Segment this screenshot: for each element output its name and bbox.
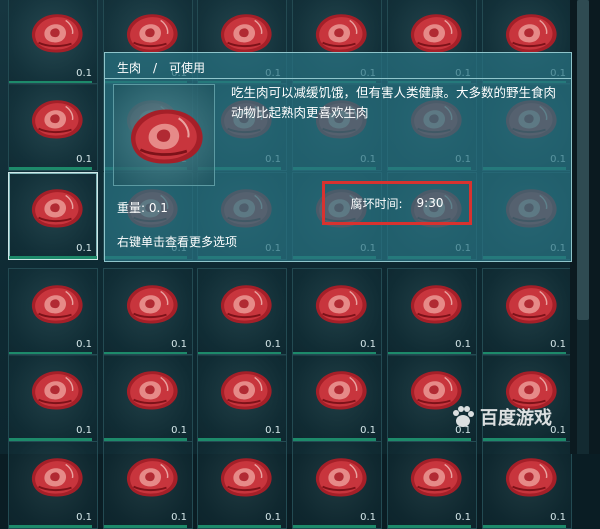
inventory-slot[interactable]: 0.1: [387, 268, 477, 356]
raw-meat-icon: [501, 281, 559, 327]
inventory-slot[interactable]: 0.1: [103, 354, 193, 442]
durability-bar: [104, 525, 187, 528]
tooltip-weight: 重量: 0.1: [117, 201, 168, 215]
inventory-slot[interactable]: 0.1: [8, 0, 98, 85]
raw-meat-icon: [406, 281, 464, 327]
inventory-slot[interactable]: 0.1: [197, 268, 287, 356]
raw-meat-icon: [216, 10, 274, 56]
durability-bar: [9, 256, 97, 259]
durability-bar: [198, 525, 281, 528]
slot-quantity: 0.1: [455, 512, 471, 523]
spoil-time-label: 腐坏时间:: [350, 196, 403, 211]
tooltip-item-image: [113, 84, 215, 186]
durability-bar: [483, 525, 566, 528]
raw-meat-icon: [122, 10, 180, 56]
inventory-scrollbar[interactable]: [570, 0, 600, 454]
inventory-slot[interactable]: 0.1: [292, 354, 382, 442]
raw-meat-icon: [124, 103, 206, 169]
inventory-slot[interactable]: 0.1: [8, 441, 98, 529]
slot-quantity: 0.1: [76, 425, 92, 436]
inventory-slot[interactable]: 0.1: [292, 441, 382, 529]
slot-quantity: 0.1: [360, 425, 376, 436]
inventory-slot[interactable]: 0.1: [197, 441, 287, 529]
raw-meat-icon: [501, 454, 559, 500]
spoil-time-value: 9:30: [416, 196, 444, 210]
raw-meat-icon: [216, 367, 274, 413]
slot-quantity: 0.1: [265, 339, 281, 350]
durability-bar: [388, 525, 471, 528]
raw-meat-icon: [122, 367, 180, 413]
raw-meat-icon: [216, 454, 274, 500]
raw-meat-icon: [27, 96, 85, 142]
slot-quantity: 0.1: [550, 512, 566, 523]
raw-meat-icon: [406, 454, 464, 500]
slot-quantity: 0.1: [455, 339, 471, 350]
inventory-slot[interactable]: 0.1: [482, 441, 572, 529]
inventory-slot[interactable]: 0.1: [103, 268, 193, 356]
raw-meat-icon: [501, 10, 559, 56]
tooltip-description: 吃生肉可以减缓饥饿，但有害人类健康。大多数的野生食肉动物比起熟肉更喜欢生肉: [231, 85, 557, 120]
raw-meat-icon: [311, 281, 369, 327]
slot-quantity: 0.1: [265, 425, 281, 436]
spoil-time-highlight: 腐坏时间: 9:30: [322, 181, 472, 225]
tooltip-divider: [105, 78, 571, 79]
slot-quantity: 0.1: [76, 243, 92, 254]
inventory-slot[interactable]: 0.1: [8, 83, 98, 171]
raw-meat-icon: [311, 10, 369, 56]
slot-quantity: 0.1: [360, 512, 376, 523]
slot-quantity: 0.1: [76, 68, 92, 79]
slot-quantity: 0.1: [360, 339, 376, 350]
inventory-slot[interactable]: 0.1: [292, 268, 382, 356]
raw-meat-icon: [27, 185, 85, 231]
watermark-text: 百度游戏: [480, 408, 552, 429]
inventory-slot[interactable]: 0.1: [8, 172, 98, 260]
inventory-slot[interactable]: 0.1: [197, 354, 287, 442]
durability-bar: [9, 525, 92, 528]
inventory-slot[interactable]: 0.1: [8, 268, 98, 356]
raw-meat-icon: [27, 367, 85, 413]
item-tooltip: 生肉 / 可使用 吃生肉可以减缓饥饿，但有害人类健康。大多数的野生食肉动物比起熟…: [104, 52, 572, 262]
slot-quantity: 0.1: [76, 339, 92, 350]
inventory-slot[interactable]: 0.1: [103, 441, 193, 529]
durability-bar: [9, 167, 92, 170]
slot-quantity: 0.1: [550, 339, 566, 350]
slot-quantity: 0.1: [265, 512, 281, 523]
raw-meat-icon: [311, 454, 369, 500]
raw-meat-icon: [27, 10, 85, 56]
inventory-slot[interactable]: 0.1: [8, 354, 98, 442]
raw-meat-icon: [122, 454, 180, 500]
slot-quantity: 0.1: [171, 339, 187, 350]
tooltip-hint: 右键单击查看更多选项: [117, 235, 238, 249]
slot-quantity: 0.1: [76, 154, 92, 165]
tooltip-title: 生肉 / 可使用: [117, 61, 206, 75]
durability-bar: [293, 525, 376, 528]
raw-meat-icon: [122, 281, 180, 327]
raw-meat-icon: [27, 454, 85, 500]
inventory-slot[interactable]: 0.1: [482, 268, 572, 356]
slot-quantity: 0.1: [171, 425, 187, 436]
raw-meat-icon: [406, 10, 464, 56]
raw-meat-icon: [27, 281, 85, 327]
watermark: 百度游戏: [450, 402, 580, 432]
scrollbar-thumb[interactable]: [577, 0, 589, 320]
inventory-slot[interactable]: 0.1: [387, 441, 477, 529]
slot-quantity: 0.1: [171, 512, 187, 523]
raw-meat-icon: [216, 281, 274, 327]
slot-quantity: 0.1: [76, 512, 92, 523]
baidu-paw-icon: [453, 406, 474, 427]
raw-meat-icon: [311, 367, 369, 413]
